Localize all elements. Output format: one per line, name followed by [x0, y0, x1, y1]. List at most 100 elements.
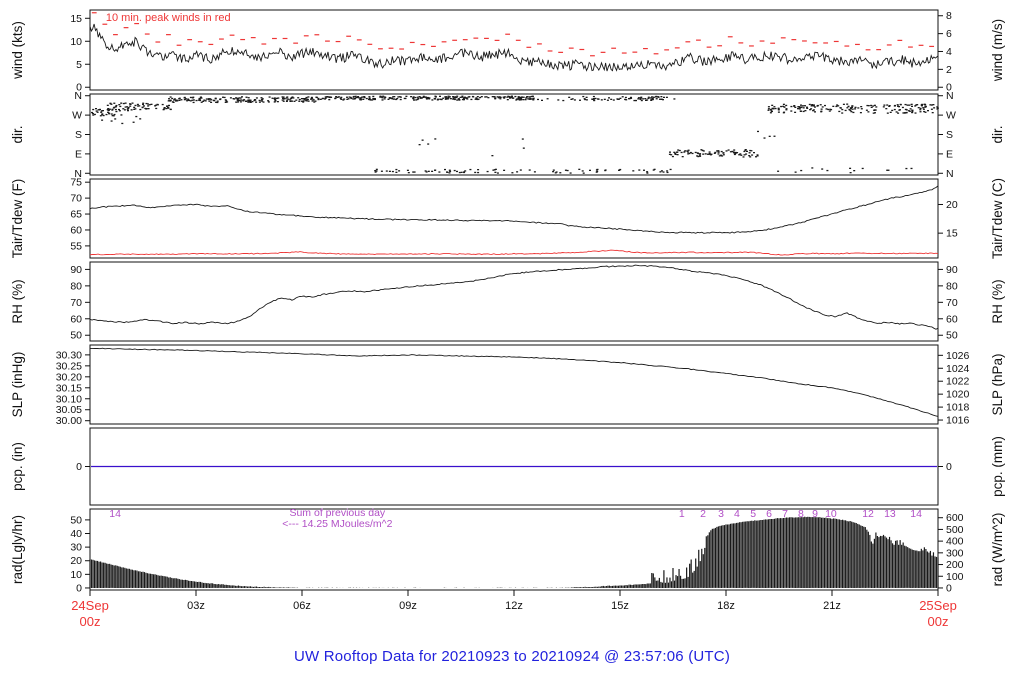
radiation-bar [786, 518, 787, 588]
direction-dot [312, 100, 314, 101]
radiation-bar [650, 583, 651, 588]
direction-dot [413, 96, 415, 97]
direction-dot [927, 110, 929, 111]
radiation-bar [890, 540, 891, 588]
right-tick-label: 4 [946, 46, 952, 58]
radiation-bar [738, 523, 739, 588]
direction-dot [740, 155, 742, 156]
direction-dot [131, 109, 133, 110]
direction-dot [216, 102, 218, 103]
radiation-bar [683, 579, 684, 588]
direction-dot [674, 153, 676, 154]
radiation-bar [815, 517, 816, 588]
direction-dot [829, 110, 831, 111]
direction-dot [511, 172, 513, 173]
annotation-radiation: 1 [679, 508, 685, 520]
direction-dot [688, 150, 690, 151]
radiation-bar [585, 587, 586, 588]
right-tick-label: 1018 [946, 402, 970, 414]
radiation-bar [121, 567, 122, 588]
direction-dot [384, 98, 386, 99]
radiation-bar [635, 584, 636, 588]
direction-dot [854, 108, 856, 109]
radiation-bar [759, 520, 760, 588]
direction-dot [885, 108, 887, 109]
direction-dot [200, 97, 202, 98]
right-tick-label: 1026 [946, 350, 970, 362]
direction-dot [179, 98, 181, 99]
radiation-bar [789, 517, 790, 588]
direction-dot [417, 98, 419, 99]
radiation-bar [214, 584, 215, 588]
radiation-bar [809, 517, 810, 588]
annotation-radiation: 6 [766, 508, 772, 520]
direction-dot [920, 111, 922, 112]
direction-dot [463, 171, 465, 172]
direction-dot [897, 113, 899, 114]
direction-dot [146, 103, 148, 104]
radiation-bar [837, 519, 838, 588]
direction-dot [622, 96, 624, 97]
end-date-label: 00z [928, 614, 949, 629]
direction-dot [167, 108, 169, 109]
x-tick-label: 06z [293, 600, 311, 612]
direction-dot [137, 105, 139, 106]
direction-dot [299, 99, 301, 100]
radiation-bar [188, 581, 189, 588]
radiation-bar [695, 559, 696, 588]
direction-dot [459, 172, 461, 173]
direction-dot [302, 101, 304, 102]
radiation-bar [639, 584, 640, 588]
direction-dot [413, 99, 415, 100]
radiation-bar [575, 587, 576, 588]
direction-dot [444, 96, 446, 97]
direction-dot [171, 98, 173, 99]
radiation-bar [153, 574, 154, 588]
direction-dot [400, 99, 402, 100]
radiation-bar [102, 563, 103, 589]
radiation-bar [778, 518, 779, 588]
direction-dot [461, 172, 463, 173]
direction-dot [656, 98, 658, 99]
radiation-bar [892, 543, 893, 588]
start-date-label: 00z [80, 614, 101, 629]
direction-dot [718, 151, 720, 152]
direction-dot [799, 108, 801, 109]
radiation-bar [865, 527, 866, 588]
direction-dot [835, 106, 837, 107]
direction-dot [362, 99, 364, 100]
direction-dot [925, 106, 927, 107]
left-tick-label: 0 [76, 582, 82, 594]
direction-dot [673, 98, 675, 99]
radiation-bar [92, 560, 93, 588]
radiation-bar [751, 521, 752, 588]
direction-dot [894, 105, 896, 106]
direction-dot [286, 97, 288, 98]
direction-dot [601, 99, 603, 100]
chart-title: UW Rooftop Data for 20210923 to 20210924… [0, 648, 1024, 665]
direction-dot [748, 155, 750, 156]
radiation-bar [800, 517, 801, 588]
radiation-bar [777, 518, 778, 588]
direction-dot [210, 99, 212, 100]
right-tick-label: 1016 [946, 415, 970, 427]
direction-dot [931, 109, 933, 110]
radiation-bar [594, 587, 595, 588]
direction-dot [111, 113, 113, 114]
direction-dot [619, 169, 621, 170]
radiation-bar [176, 578, 177, 588]
end-date-label: 25Sep [919, 598, 957, 613]
direction-dot [147, 105, 149, 106]
direction-dot [494, 98, 496, 99]
direction-dot [663, 171, 665, 172]
direction-dot [178, 100, 180, 101]
direction-dot [148, 108, 150, 109]
right-tick-label: 0 [946, 582, 952, 594]
radiation-bar [191, 581, 192, 588]
direction-dot [783, 112, 785, 113]
direction-dot [466, 98, 468, 99]
left-tick-label: 30.00 [56, 415, 82, 427]
radiation-bar [597, 587, 598, 588]
direction-dot [777, 171, 779, 172]
direction-dot [709, 151, 711, 152]
